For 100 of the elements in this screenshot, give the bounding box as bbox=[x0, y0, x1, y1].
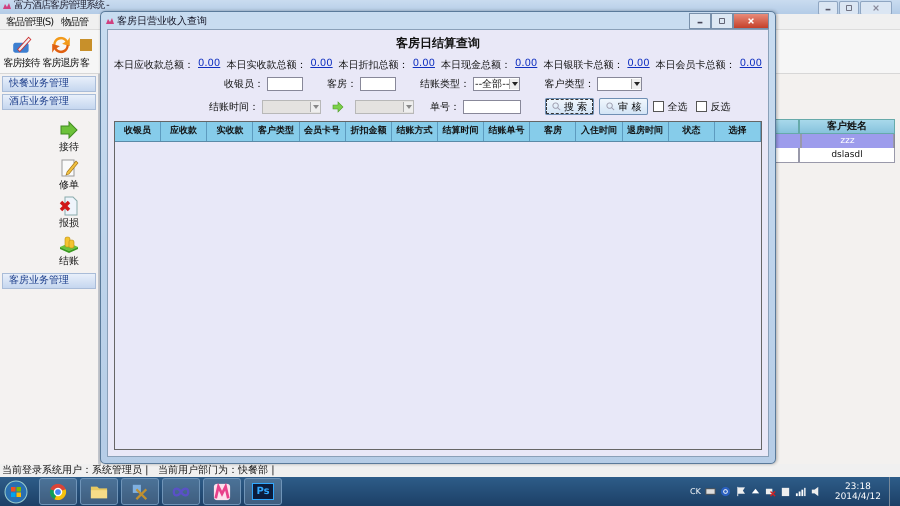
taskbar-app-button[interactable] bbox=[121, 478, 159, 505]
caret-icon bbox=[312, 104, 318, 108]
search-icon bbox=[552, 102, 561, 111]
sidebar-item[interactable]: 结账 bbox=[59, 234, 79, 268]
column-header[interactable]: 结算时间 bbox=[438, 122, 484, 141]
caret-icon bbox=[512, 82, 518, 86]
coins-icon bbox=[59, 234, 79, 254]
column-header[interactable]: 收银员 bbox=[115, 122, 162, 141]
column-header[interactable]: 客房 bbox=[530, 122, 576, 141]
field-label: 结账类型： bbox=[420, 78, 470, 91]
language-indicator[interactable]: CK bbox=[690, 487, 701, 496]
close-button[interactable] bbox=[860, 1, 892, 15]
column-header[interactable]: 会员卡号 bbox=[300, 122, 346, 141]
start-button[interactable] bbox=[4, 480, 28, 504]
flag-icon[interactable] bbox=[734, 486, 746, 497]
speaker-icon[interactable] bbox=[810, 486, 821, 497]
column-header[interactable]: 结账单号 bbox=[484, 122, 530, 141]
total-value-link[interactable]: 0.00 bbox=[627, 58, 650, 72]
input-field[interactable] bbox=[267, 77, 303, 91]
total-label: 本日银联卡总额： bbox=[543, 58, 624, 72]
toolbar-button[interactable]: 客房退房 bbox=[41, 34, 80, 70]
maximize-button[interactable] bbox=[839, 1, 859, 15]
maximize-icon bbox=[718, 16, 726, 24]
table-row[interactable]: dslasdl bbox=[767, 148, 895, 163]
caret-icon bbox=[634, 82, 640, 86]
sidebar-item[interactable]: 报损 bbox=[59, 196, 79, 230]
total-value-link[interactable]: 0.00 bbox=[198, 58, 220, 72]
taskbar-app-button[interactable] bbox=[203, 478, 241, 505]
input-field[interactable] bbox=[360, 77, 396, 91]
field-label: 客户类型： bbox=[544, 78, 594, 91]
close-icon bbox=[747, 16, 755, 24]
sidebar-section-header[interactable]: 客房业务管理 bbox=[2, 273, 96, 289]
box-icon bbox=[80, 37, 92, 53]
taskbar-app-button[interactable]: Ps bbox=[244, 478, 282, 505]
arrow-icon bbox=[59, 120, 79, 140]
app-icon bbox=[2, 1, 12, 11]
column-header[interactable]: 折扣金额 bbox=[346, 122, 392, 141]
maximize-icon bbox=[845, 4, 853, 12]
clock[interactable]: 23:18 2014/4/12 bbox=[834, 482, 881, 502]
total-value-link[interactable]: 0.00 bbox=[740, 58, 762, 72]
total-value-link[interactable]: 0.00 bbox=[515, 58, 538, 72]
search-button[interactable]: 审 核 bbox=[599, 98, 648, 115]
search-button[interactable]: 搜 索 bbox=[545, 98, 594, 115]
arrow-icon bbox=[332, 100, 344, 112]
arrows-icon bbox=[50, 34, 72, 56]
taskbar-app-button[interactable] bbox=[39, 478, 77, 505]
app-icon bbox=[105, 16, 115, 26]
toolbar-button[interactable]: 客 bbox=[80, 34, 92, 70]
column-header: 客户姓名 bbox=[799, 119, 895, 134]
network-icon[interactable] bbox=[764, 486, 776, 497]
table-cell: dslasdl bbox=[799, 148, 895, 163]
column-header[interactable]: 入住时间 bbox=[576, 122, 623, 141]
menu-item[interactable]: 客品管理(S) bbox=[0, 14, 56, 28]
tools-icon bbox=[131, 482, 149, 500]
keyboard-icon[interactable] bbox=[704, 486, 716, 497]
column-header[interactable]: 实收款 bbox=[207, 122, 254, 141]
total-label: 本日现金总额： bbox=[441, 58, 512, 72]
dialog-title: 客房日营业收入查询 bbox=[117, 14, 207, 28]
taskbar-app-button[interactable] bbox=[80, 478, 118, 505]
minimize-button[interactable] bbox=[818, 1, 838, 15]
close-button[interactable] bbox=[733, 12, 769, 28]
clipboard-icon[interactable] bbox=[780, 486, 791, 497]
toolbar-button[interactable]: 客房接待 bbox=[2, 34, 41, 70]
column-header[interactable]: 客户类型 bbox=[253, 122, 300, 141]
column-header[interactable]: 退房时间 bbox=[622, 122, 669, 141]
total-label: 本日折扣总额： bbox=[338, 58, 409, 72]
field-label: 结账时间： bbox=[209, 100, 259, 114]
checkbox[interactable]: 反选 bbox=[696, 100, 730, 114]
checkbox[interactable]: 全选 bbox=[653, 100, 688, 114]
total-label: 本日会员卡总额： bbox=[656, 58, 736, 72]
menu-item[interactable]: 物品管 bbox=[55, 14, 90, 28]
sidebar-section-header[interactable]: 酒店业务管理 bbox=[2, 94, 96, 110]
total-label: 本日应收款总额： bbox=[114, 58, 194, 72]
dropdown[interactable] bbox=[597, 77, 642, 91]
help-icon[interactable] bbox=[720, 486, 731, 497]
column-header[interactable]: 结账方式 bbox=[392, 122, 438, 141]
field-label: 收银员： bbox=[224, 78, 264, 91]
total-label: 本日实收款总额： bbox=[226, 58, 306, 72]
sidebar-section-header[interactable]: 快餐业务管理 bbox=[2, 76, 96, 92]
total-value-link[interactable]: 0.00 bbox=[310, 58, 333, 72]
sidebar-item[interactable]: 接待 bbox=[59, 120, 79, 154]
minimize-button[interactable] bbox=[689, 12, 711, 28]
maximize-button[interactable] bbox=[711, 12, 733, 28]
total-value-link[interactable]: 0.00 bbox=[412, 58, 435, 72]
search-icon bbox=[606, 102, 616, 111]
column-header[interactable]: 选择 bbox=[714, 122, 761, 141]
input-field[interactable] bbox=[463, 100, 521, 114]
close-icon bbox=[872, 4, 880, 12]
document-cross-icon bbox=[59, 196, 79, 216]
letter-m-logo-icon bbox=[213, 482, 231, 500]
pencil-note-icon bbox=[59, 158, 79, 178]
field-label: 单号： bbox=[430, 100, 460, 114]
column-header[interactable]: 状态 bbox=[668, 122, 715, 141]
ps-icon: Ps bbox=[252, 483, 274, 500]
sidebar-item[interactable]: 修单 bbox=[59, 158, 79, 192]
form-heading: 客房日结算查询 bbox=[395, 35, 481, 52]
column-header[interactable]: 应收款 bbox=[161, 122, 208, 141]
dropdown[interactable]: --全部-- bbox=[473, 77, 520, 91]
signal-icon[interactable] bbox=[794, 486, 806, 497]
table-cell: zzz bbox=[801, 134, 894, 148]
